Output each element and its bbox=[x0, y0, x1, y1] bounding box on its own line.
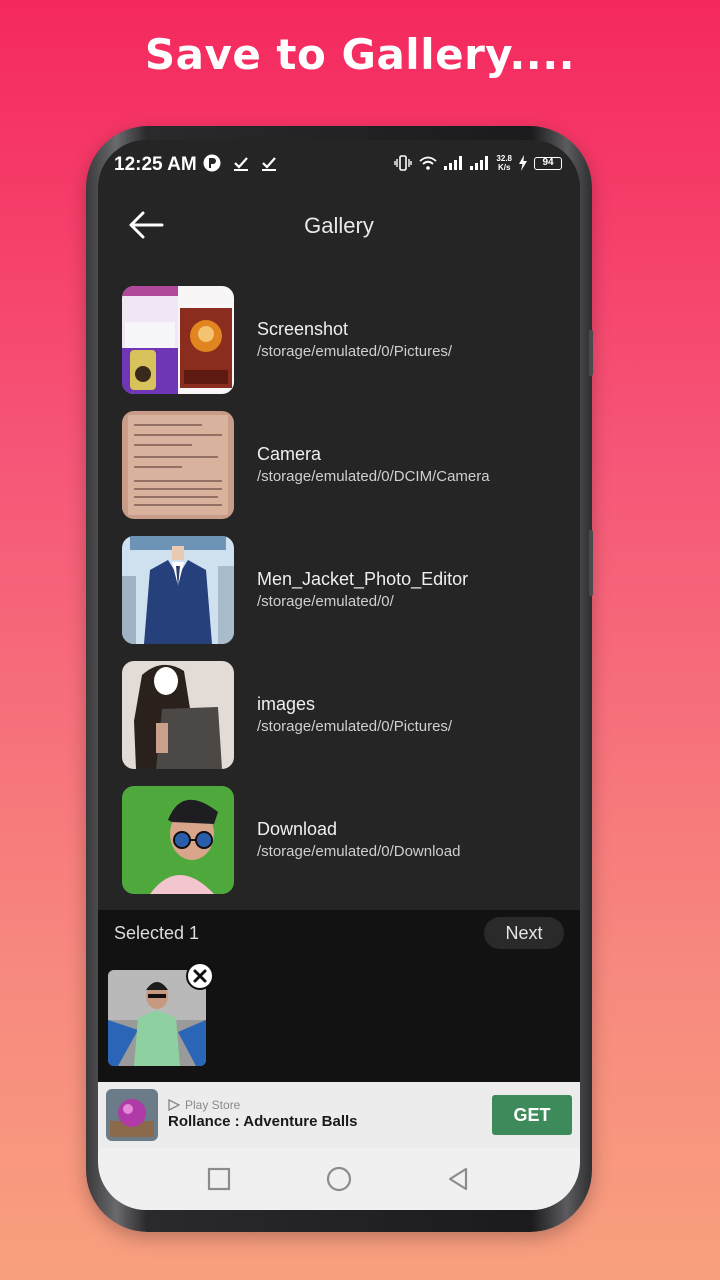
album-thumbnail bbox=[122, 536, 234, 644]
album-name: Download bbox=[257, 819, 338, 839]
album-item-download[interactable]: Download /storage/emulated/0/Download bbox=[122, 786, 562, 898]
promo-headline: Save to Gallery.... bbox=[144, 30, 576, 79]
album-thumbnail bbox=[122, 286, 234, 394]
system-nav-bar bbox=[98, 1148, 580, 1210]
selected-count: Selected 1 bbox=[114, 923, 200, 943]
album-path: /storage/emulated/0/DCIM/Camera bbox=[257, 468, 490, 485]
album-path: /storage/emulated/0/Pictures/ bbox=[257, 718, 453, 735]
album-name: Camera bbox=[257, 444, 322, 464]
ad-app-icon bbox=[106, 1089, 158, 1141]
remove-selection-button[interactable] bbox=[186, 962, 214, 990]
ad-banner[interactable]: Play Store Rollance : Adventure Balls GE… bbox=[98, 1082, 580, 1148]
recents-button[interactable] bbox=[204, 1164, 234, 1194]
network-speed-unit: K/s bbox=[497, 163, 511, 172]
album-path: /storage/emulated/0/Pictures/ bbox=[257, 343, 453, 360]
album-thumbnail bbox=[122, 786, 234, 894]
signal-icon bbox=[470, 156, 489, 170]
album-thumbnail bbox=[122, 411, 234, 519]
task-done-icon bbox=[262, 157, 276, 171]
page-title: Gallery bbox=[304, 213, 374, 238]
network-speed-value: 32.8 bbox=[496, 154, 512, 163]
ad-get-button[interactable]: GET bbox=[492, 1095, 572, 1135]
album-item-camera[interactable]: Camera /storage/emulated/0/DCIM/Camera bbox=[122, 411, 562, 523]
status-notification-icons bbox=[202, 153, 278, 173]
album-item-men-jacket[interactable]: Men_Jacket_Photo_Editor /storage/emulate… bbox=[122, 536, 562, 648]
task-done-icon bbox=[234, 157, 248, 171]
home-button[interactable] bbox=[324, 1164, 354, 1194]
vibrate-icon bbox=[394, 155, 413, 171]
status-system-icons: 32.8 K/s 94 bbox=[394, 154, 562, 172]
app-notification-icon bbox=[203, 154, 221, 172]
app-bar: Gallery bbox=[98, 195, 580, 255]
play-store-icon bbox=[168, 1099, 180, 1111]
status-bar: 12:25 AM 32.8 K/s 94 bbox=[98, 140, 580, 190]
triangle-back-icon bbox=[448, 1167, 468, 1191]
album-name: images bbox=[257, 694, 316, 714]
square-icon bbox=[207, 1167, 231, 1191]
album-path: /storage/emulated/0/Download bbox=[257, 843, 461, 860]
phone-volume-button bbox=[589, 530, 593, 596]
next-button[interactable]: Next bbox=[484, 917, 564, 949]
signal-icon bbox=[444, 156, 463, 170]
album-item-screenshot[interactable]: Screenshot /storage/emulated/0/Pictures/ bbox=[122, 286, 562, 398]
wifi-icon bbox=[419, 156, 438, 170]
close-icon bbox=[193, 969, 207, 983]
nav-back-button[interactable] bbox=[444, 1164, 474, 1194]
album-path: /storage/emulated/0/ bbox=[257, 593, 394, 610]
network-speed: 32.8 K/s bbox=[496, 154, 512, 172]
album-thumbnail bbox=[122, 661, 234, 769]
album-name: Men_Jacket_Photo_Editor bbox=[257, 569, 469, 589]
charging-icon bbox=[519, 155, 527, 171]
ad-store-label: Play Store bbox=[168, 1098, 240, 1112]
status-time: 12:25 AM bbox=[114, 154, 197, 175]
album-name: Screenshot bbox=[257, 319, 349, 339]
battery-indicator: 94 bbox=[534, 156, 562, 170]
album-item-images[interactable]: images /storage/emulated/0/Pictures/ bbox=[122, 661, 562, 773]
ad-title: Rollance : Adventure Balls bbox=[168, 1113, 358, 1130]
selection-panel: Selected 1 Next bbox=[98, 910, 580, 1090]
phone-side-button bbox=[589, 330, 593, 376]
ad-store-name: Play Store bbox=[185, 1098, 241, 1112]
circle-icon bbox=[326, 1166, 352, 1192]
phone-screen: 12:25 AM 32.8 K/s 94 Gallery Screenshot … bbox=[98, 140, 580, 1210]
